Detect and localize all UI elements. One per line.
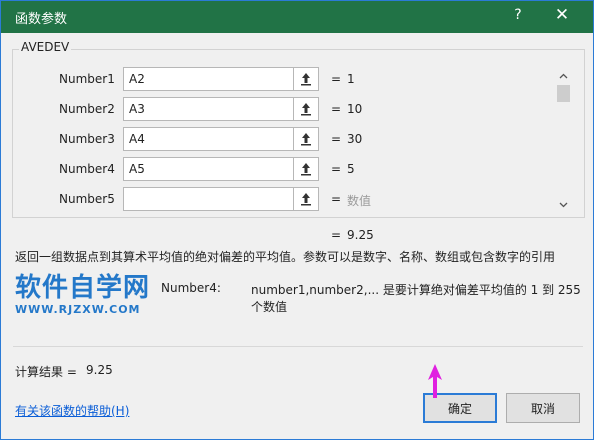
equals-sign: =: [331, 162, 342, 176]
arg-result-number1: 1: [347, 72, 355, 86]
collapse-dialog-icon[interactable]: [293, 188, 318, 210]
dialog-title: 函数参数: [15, 12, 68, 27]
function-description: 返回一组数据点到其算术平均值的绝对偏差的平均值。参数可以是数字、名称、数组或包含…: [15, 250, 556, 264]
scroll-thumb[interactable]: [557, 85, 570, 102]
arrow-pointer-icon: [427, 364, 443, 401]
argument-help-text: number1,number2,... 是要计算绝对偏差平均值的 1 到 255…: [251, 283, 581, 314]
collapse-dialog-icon[interactable]: [293, 98, 318, 120]
arguments-scrollbar[interactable]: [555, 67, 572, 213]
scroll-down-icon[interactable]: [555, 196, 572, 213]
arg-result-number5: 数值: [347, 194, 372, 208]
arg-field-number5[interactable]: [129, 191, 289, 207]
arg-result-number2: 10: [347, 102, 363, 116]
arg-input-number3[interactable]: [123, 127, 319, 151]
function-arguments-dialog: 函数参数 ? ✕ AVEDEV Number1 = 1 Number2 = 10…: [0, 0, 594, 440]
arg-input-number2[interactable]: [123, 97, 319, 121]
help-button[interactable]: ?: [509, 7, 527, 23]
function-name: AVEDEV: [19, 40, 72, 54]
cancel-button[interactable]: 取消: [506, 393, 580, 423]
function-help-link[interactable]: 有关该函数的帮助(H): [15, 402, 129, 419]
arg-result-number4: 5: [347, 162, 355, 176]
calc-result-label: 计算结果 =: [15, 365, 77, 379]
watermark-logo: 软件自学网 WWW.RJZXW.COM: [15, 273, 150, 316]
divider: [13, 346, 583, 347]
arg-field-number1[interactable]: [129, 71, 289, 87]
equals-sign: =: [331, 192, 342, 206]
arg-input-number4[interactable]: [123, 157, 319, 181]
arg-field-number3[interactable]: [129, 131, 289, 147]
arg-label-number2: Number2: [59, 102, 115, 116]
equals-sign: =: [331, 72, 342, 86]
watermark-url: WWW.RJZXW.COM: [15, 303, 141, 316]
collapse-dialog-icon[interactable]: [293, 158, 318, 180]
arg-input-number1[interactable]: [123, 67, 319, 91]
arg-label-number3: Number3: [59, 132, 115, 146]
equals-sign: =: [331, 228, 342, 242]
arg-label-number1: Number1: [59, 72, 115, 86]
arg-input-number5[interactable]: [123, 187, 319, 211]
arg-field-number4[interactable]: [129, 161, 289, 177]
formula-result: 9.25: [347, 228, 374, 242]
calc-result-value: 9.25: [86, 363, 113, 377]
arg-result-number3: 30: [347, 132, 363, 146]
equals-sign: =: [331, 132, 342, 146]
scroll-up-icon[interactable]: [555, 67, 572, 84]
title-bar: 函数参数 ? ✕: [1, 1, 593, 33]
collapse-dialog-icon[interactable]: [293, 68, 318, 90]
close-button[interactable]: ✕: [550, 5, 574, 25]
arg-field-number2[interactable]: [129, 101, 289, 117]
equals-sign: =: [331, 102, 342, 116]
watermark-title: 软件自学网: [15, 273, 151, 303]
arg-label-number5: Number5: [59, 192, 115, 206]
collapse-dialog-icon[interactable]: [293, 128, 318, 150]
arg-label-number4: Number4: [59, 162, 115, 176]
argument-help-name: Number4:: [161, 281, 221, 295]
